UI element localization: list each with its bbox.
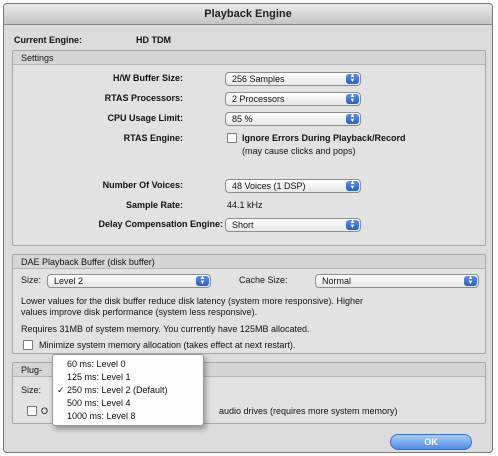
minimize-memory-checkbox[interactable] <box>23 340 33 350</box>
menu-item-label: 1000 ms: Level 8 <box>67 411 136 421</box>
dae-description-line-1: Lower values for the disk buffer reduce … <box>21 296 363 306</box>
menu-item-level-0[interactable]: 60 ms: Level 0 <box>53 359 203 370</box>
current-engine-value: HD TDM <box>136 35 171 45</box>
playback-engine-window: Playback Engine Current Engine: HD TDM S… <box>3 3 493 453</box>
dae-description-line-2: values improve disk performance (system … <box>21 307 258 317</box>
sample-rate-value: 44.1 kHz <box>227 200 263 210</box>
dae-buffer-group: DAE Playback Buffer (disk buffer) Size: … <box>12 254 486 354</box>
menu-item-label: 125 ms: Level 1 <box>67 372 131 382</box>
dae-requirement-text: Requires 31MB of system memory. You curr… <box>21 324 310 334</box>
window-title: Playback Engine <box>4 4 492 25</box>
popup-arrows-icon: ▲ ▼ <box>464 275 477 286</box>
menu-item-label: 60 ms: Level 0 <box>67 359 126 369</box>
popup-arrows-icon: ▲ ▼ <box>346 180 359 191</box>
delay-comp-value: Short <box>232 220 254 230</box>
hw-buffer-label: H/W Buffer Size: <box>112 73 183 83</box>
plugin-option-checkbox[interactable] <box>27 406 37 416</box>
voices-value: 48 Voices (1 DSP) <box>232 181 306 191</box>
buffer-size-menu: 60 ms: Level 0 125 ms: Level 1 ✓ 250 ms:… <box>52 354 204 426</box>
dae-size-label: Size: <box>21 275 42 285</box>
settings-group: Settings H/W Buffer Size: 256 Samples ▲ ▼… <box>12 50 486 246</box>
popup-arrows-icon: ▲ ▼ <box>196 275 209 286</box>
voices-label: Number Of Voices: <box>102 180 183 190</box>
popup-arrows-icon: ▲ ▼ <box>346 219 359 230</box>
hw-buffer-value: 256 Samples <box>232 74 285 84</box>
menu-item-label: 500 ms: Level 4 <box>67 398 131 408</box>
cache-size-label: Cache Size: <box>239 275 288 285</box>
plugin-size-label: Size: <box>21 385 42 395</box>
menu-item-level-1[interactable]: 125 ms: Level 1 <box>53 372 203 383</box>
settings-title: Settings <box>13 51 485 65</box>
cpu-usage-popup[interactable]: 85 % ▲ ▼ <box>225 112 361 126</box>
current-engine-label: Current Engine: <box>14 35 83 45</box>
rtas-processors-label: RTAS Processors: <box>104 93 183 103</box>
rtas-engine-label: RTAS Engine: <box>123 133 183 143</box>
cpu-usage-value: 85 % <box>232 114 253 124</box>
minimize-memory-label: Minimize system memory allocation (takes… <box>39 340 296 350</box>
cpu-usage-label: CPU Usage Limit: <box>107 113 183 123</box>
voices-popup[interactable]: 48 Voices (1 DSP) ▲ ▼ <box>225 179 361 193</box>
menu-item-level-2[interactable]: ✓ 250 ms: Level 2 (Default) <box>53 385 203 396</box>
ignore-errors-note: (may cause clicks and pops) <box>242 146 356 156</box>
menu-item-level-4[interactable]: 500 ms: Level 4 <box>53 398 203 409</box>
dae-buffer-title: DAE Playback Buffer (disk buffer) <box>13 255 485 269</box>
plugin-option-prefix: O <box>41 406 49 416</box>
delay-comp-label: Delay Compensation Engine: <box>98 219 223 229</box>
ignore-errors-checkbox[interactable] <box>227 133 237 143</box>
rtas-processors-popup[interactable]: 2 Processors ▲ ▼ <box>225 92 361 106</box>
ignore-errors-label: Ignore Errors During Playback/Record <box>242 133 406 143</box>
checkmark-icon: ✓ <box>57 385 65 395</box>
ok-button[interactable]: OK <box>390 434 472 450</box>
delay-comp-popup[interactable]: Short ▲ ▼ <box>225 218 361 232</box>
popup-arrows-icon: ▲ ▼ <box>346 113 359 124</box>
menu-item-level-8[interactable]: 1000 ms: Level 8 <box>53 411 203 422</box>
menu-item-label: 250 ms: Level 2 (Default) <box>67 385 168 395</box>
cache-size-popup[interactable]: Normal ▲ ▼ <box>315 274 479 288</box>
dae-size-value: Level 2 <box>54 276 84 286</box>
popup-arrows-icon: ▲ ▼ <box>346 93 359 104</box>
hw-buffer-popup[interactable]: 256 Samples ▲ ▼ <box>225 72 361 86</box>
dae-size-popup[interactable]: Level 2 ▲ ▼ <box>47 274 211 288</box>
cache-size-value: Normal <box>322 276 352 286</box>
sample-rate-label: Sample Rate: <box>125 200 183 210</box>
popup-arrows-icon: ▲ ▼ <box>346 73 359 84</box>
rtas-processors-value: 2 Processors <box>232 94 285 104</box>
plugin-option-label: audio drives (requires more system memor… <box>219 406 398 416</box>
